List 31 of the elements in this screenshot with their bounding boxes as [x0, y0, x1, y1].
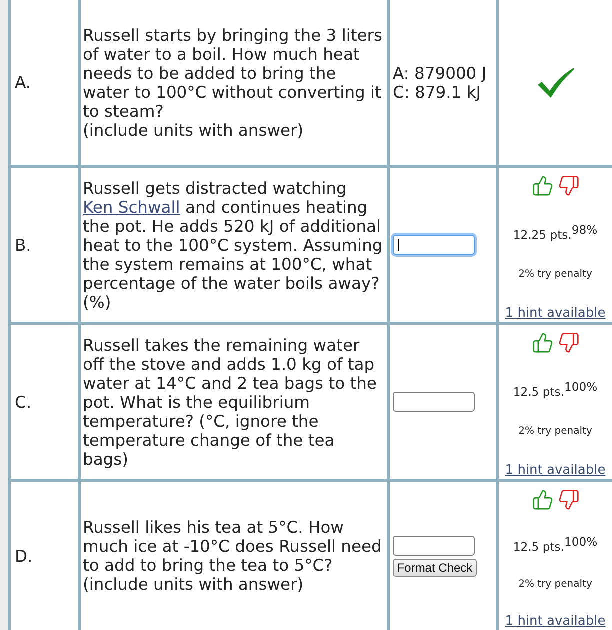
instruction-note: (include units with answer): [83, 575, 305, 594]
hint-link[interactable]: 1 hint available: [505, 306, 606, 321]
instruction-note: (include units with answer): [83, 120, 305, 140]
part-label: C.: [15, 392, 32, 412]
part-label: D.: [15, 546, 33, 566]
question-text: Russell likes his tea at 5°C. How much ice at -10°C does Russell need to add to bring the tea to 5°C?: [83, 518, 383, 575]
answer-field[interactable]: [393, 235, 475, 255]
answer-field[interactable]: [393, 392, 475, 412]
thumbs-up-icon[interactable]: [532, 332, 554, 354]
answer-text: A: 879000 J: [393, 64, 487, 82]
text-cursor-icon: [398, 239, 399, 251]
question-text: Russell gets distracted watching Ken Schwall and continues heating the pot. He adds 520 kJ of additional heat to the 100°C system. Assuming the system remains at 100°C, what percentage of the water boils away?: [83, 178, 383, 292]
part-label: A.: [15, 73, 32, 92]
inline-link[interactable]: Ken Schwall: [83, 198, 180, 216]
thumbs-down-icon[interactable]: [558, 489, 580, 511]
instruction-note: (%): [83, 292, 112, 312]
format-check-button[interactable]: Format Check: [393, 558, 477, 576]
answer-field[interactable]: [393, 536, 475, 556]
hint-link[interactable]: 1 hint available: [505, 614, 606, 629]
thumbs-down-icon[interactable]: [558, 175, 580, 197]
question-text: Russell starts by bringing the 3 liters of water to a boil. How much heat needs to be added to bring the water to 100°C without converting it to steam?: [83, 26, 383, 120]
penalty-text: 2% try penalty: [518, 426, 592, 437]
question-text: Russell takes the remaining water off the stove and adds 1.0 kg of tap water at 14°C and 2 tea bags to the pot. What is the equilibrium temperature? (°C, ignore the temperature change of the tea bags): [83, 336, 378, 468]
part-label: B.: [15, 236, 32, 254]
answer-text: C: 879.1 kJ: [393, 82, 482, 102]
thumbs-up-icon[interactable]: [532, 175, 554, 197]
penalty-text: 2% try penalty: [518, 268, 592, 280]
thumbs-up-icon[interactable]: [532, 489, 554, 511]
thumbs-down-icon[interactable]: [558, 332, 580, 354]
hint-link[interactable]: 1 hint available: [505, 462, 606, 478]
penalty-text: 2% try penalty: [518, 578, 592, 590]
